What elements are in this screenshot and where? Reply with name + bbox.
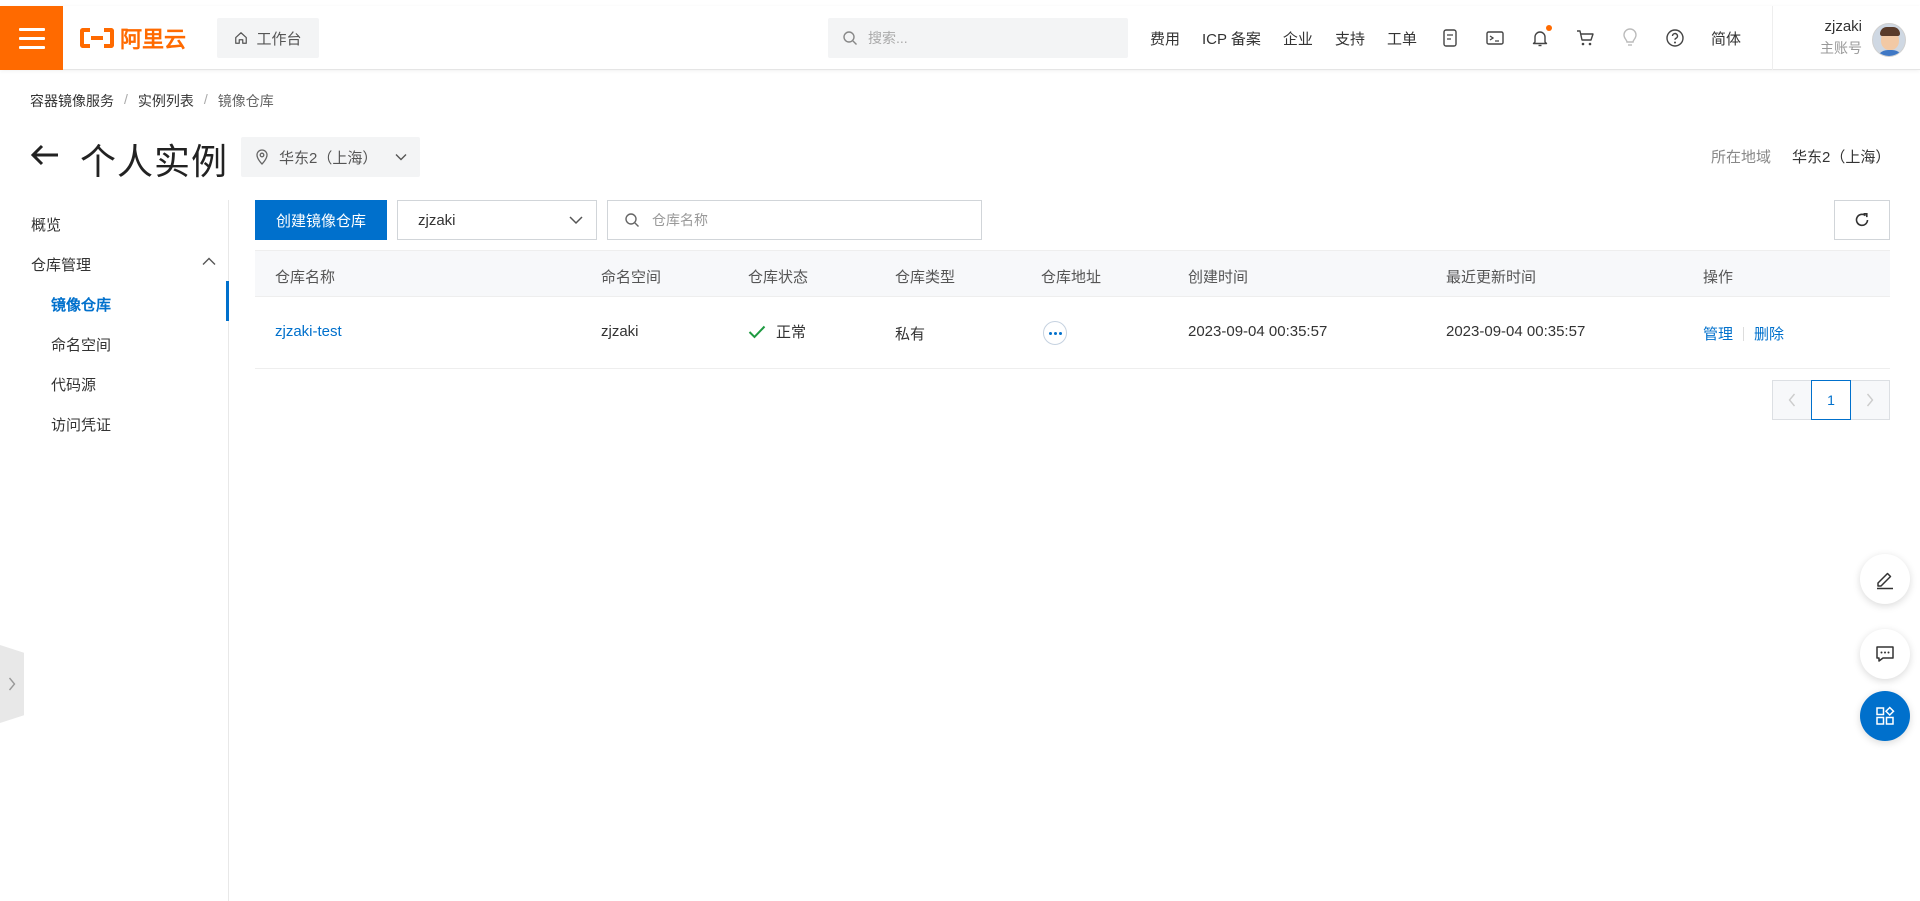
repo-address-more-icon[interactable] xyxy=(1043,321,1067,345)
chevron-right-icon xyxy=(8,677,16,691)
repo-namespace: zjzaki xyxy=(601,323,639,340)
breadcrumb-current: 镜像仓库 xyxy=(217,93,274,109)
sidebar-item-image-repo[interactable]: 镜像仓库 xyxy=(51,294,111,315)
col-header: 最近更新时间 xyxy=(1446,269,1537,286)
sidebar-collapse-toggle[interactable] xyxy=(0,645,24,723)
ops-divider xyxy=(1743,326,1745,341)
breadcrumb: 容器镜像服务 / 实例列表 / 镜像仓库 xyxy=(30,91,274,111)
pagination: 1 xyxy=(1772,380,1890,420)
global-search-input[interactable] xyxy=(868,30,1088,46)
repo-type: 私有 xyxy=(895,326,926,343)
col-header: 仓库状态 xyxy=(748,269,809,286)
table-row: zjzaki-test zjzaki 正常 私有 2023-09-04 00:3… xyxy=(255,297,1890,369)
chevron-down-icon xyxy=(395,154,407,161)
breadcrumb-item[interactable]: 实例列表 xyxy=(138,91,194,111)
region-label: 所在地域 xyxy=(1711,149,1772,166)
breadcrumb-separator: / xyxy=(124,91,128,107)
region-select[interactable]: 华东2（上海） xyxy=(241,137,420,177)
check-icon xyxy=(748,325,766,338)
account-role: 主账号 xyxy=(1820,40,1862,56)
edit-icon xyxy=(1877,572,1893,590)
nav-fees[interactable]: 费用 xyxy=(1150,28,1180,49)
col-header: 仓库地址 xyxy=(1041,269,1102,286)
breadcrumb-separator: / xyxy=(203,91,208,107)
repo-created-time: 2023-09-04 00:35:57 xyxy=(1188,323,1328,340)
language-switch[interactable]: 简体 xyxy=(1711,28,1741,49)
region-value: 华东2（上海） xyxy=(1792,149,1891,166)
feedback-button[interactable] xyxy=(1860,554,1910,604)
breadcrumb-item[interactable]: 容器镜像服务 xyxy=(30,91,114,111)
namespace-select-value: zjzaki xyxy=(418,211,456,229)
nav-support[interactable]: 支持 xyxy=(1335,28,1365,49)
manage-link[interactable]: 管理 xyxy=(1703,323,1733,344)
apps-button[interactable] xyxy=(1860,691,1910,741)
bell-icon[interactable] xyxy=(1529,25,1552,49)
sidebar-item-namespace[interactable]: 命名空间 xyxy=(51,334,111,355)
pagination-page[interactable]: 1 xyxy=(1811,380,1851,420)
workbench-button[interactable]: 工作台 xyxy=(217,18,319,58)
sidebar: 概览 仓库管理 镜像仓库 命名空间 代码源 访问凭证 xyxy=(0,200,229,901)
col-header: 操作 xyxy=(1703,269,1734,286)
search-icon xyxy=(843,31,857,45)
chevron-left-icon xyxy=(1788,393,1796,407)
notification-dot xyxy=(1545,25,1552,31)
repo-search-input[interactable] xyxy=(652,212,952,228)
aliyun-logo-icon xyxy=(80,28,114,48)
sidebar-active-indicator xyxy=(226,281,229,321)
col-header: 仓库类型 xyxy=(895,269,956,286)
chat-button[interactable] xyxy=(1860,629,1910,679)
logo-text: 阿里云 xyxy=(120,27,187,52)
cart-icon[interactable] xyxy=(1574,27,1596,49)
account-divider xyxy=(1772,6,1773,70)
lightbulb-icon[interactable] xyxy=(1619,27,1641,49)
sidebar-group-repo-management[interactable]: 仓库管理 xyxy=(31,254,91,275)
repo-status-text: 正常 xyxy=(776,324,807,341)
refresh-button[interactable] xyxy=(1834,200,1890,240)
apps-icon xyxy=(1876,706,1895,725)
menu-icon[interactable] xyxy=(0,6,63,70)
search-icon xyxy=(625,213,639,227)
table-header: 仓库名称 命名空间 仓库状态 仓库类型 仓库地址 创建时间 最近更新时间 操作 xyxy=(255,250,1890,297)
workbench-label: 工作台 xyxy=(256,30,302,48)
chat-icon xyxy=(1876,646,1894,662)
col-header: 创建时间 xyxy=(1188,269,1249,286)
page-title: 个人实例 xyxy=(80,141,229,182)
account-name: zjzaki xyxy=(1824,18,1862,35)
repo-operations: 管理 删除 xyxy=(1703,323,1784,344)
global-search[interactable] xyxy=(828,18,1128,58)
sidebar-item-access-credential[interactable]: 访问凭证 xyxy=(51,414,111,435)
chevron-right-icon xyxy=(1866,393,1874,407)
back-arrow-icon[interactable] xyxy=(28,138,62,172)
delete-link[interactable]: 删除 xyxy=(1754,323,1784,344)
help-icon[interactable] xyxy=(1664,27,1686,49)
col-header: 命名空间 xyxy=(601,269,662,286)
chevron-up-icon[interactable] xyxy=(202,257,216,266)
repo-updated-time: 2023-09-04 00:35:57 xyxy=(1446,323,1586,340)
api-icon[interactable] xyxy=(1439,27,1461,49)
pagination-prev[interactable] xyxy=(1772,380,1812,420)
col-header: 仓库名称 xyxy=(275,269,336,286)
aliyun-logo[interactable]: 阿里云 xyxy=(80,6,186,70)
account-info[interactable]: zjzaki 主账号 xyxy=(1790,18,1862,58)
top-nav: 费用 ICP 备案 企业 支持 工单 简体 xyxy=(1150,6,1741,70)
create-repo-button[interactable]: 创建镜像仓库 xyxy=(255,200,387,240)
repo-status: 正常 xyxy=(748,321,806,342)
sidebar-item-code-source[interactable]: 代码源 xyxy=(51,374,96,395)
chevron-down-icon xyxy=(569,216,583,225)
top-bar: 阿里云 工作台 费用 ICP 备案 企业 支持 工单 简体 xyxy=(0,6,1920,70)
refresh-icon xyxy=(1855,213,1869,227)
repo-search[interactable] xyxy=(607,200,982,240)
terminal-icon[interactable] xyxy=(1484,27,1506,49)
repo-name-link[interactable]: zjzaki-test xyxy=(275,323,342,340)
pagination-next[interactable] xyxy=(1850,380,1890,420)
nav-ticket[interactable]: 工单 xyxy=(1387,28,1417,49)
namespace-select[interactable]: zjzaki xyxy=(397,200,597,240)
nav-enterprise[interactable]: 企业 xyxy=(1283,28,1313,49)
nav-icp[interactable]: ICP 备案 xyxy=(1202,28,1261,49)
location-pin-icon xyxy=(256,149,268,165)
region-selected: 华东2（上海） xyxy=(279,149,378,167)
home-icon xyxy=(235,32,248,44)
sidebar-item-overview[interactable]: 概览 xyxy=(31,214,61,235)
avatar[interactable] xyxy=(1872,23,1906,57)
